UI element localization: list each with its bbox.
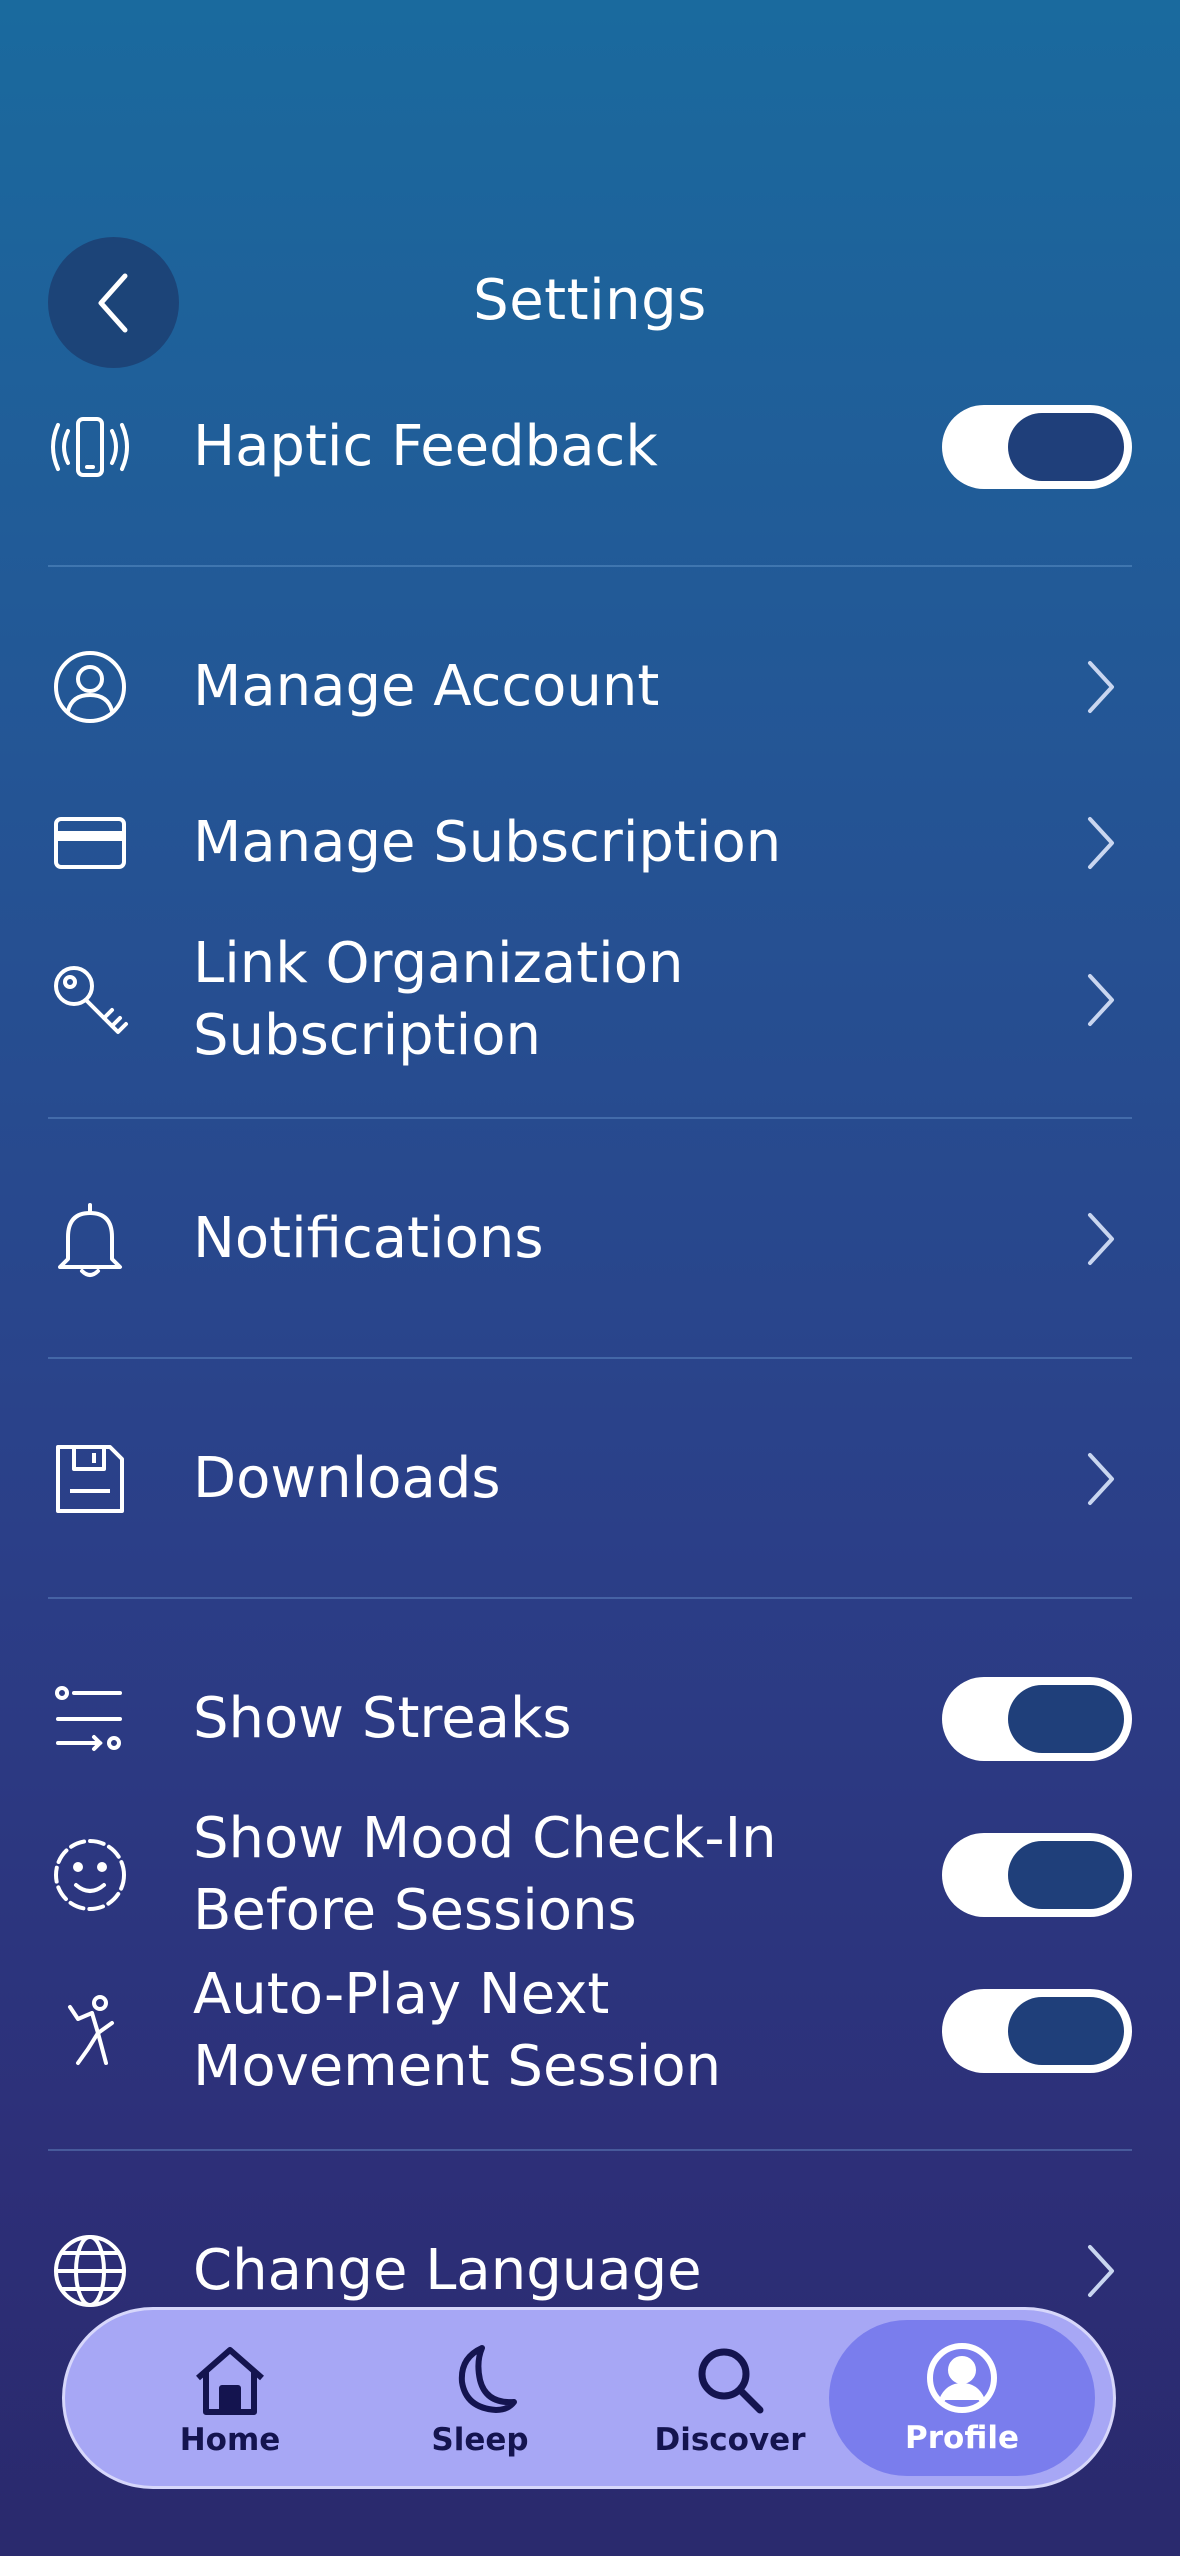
setting-link-organization[interactable]: Link Organization Subscription: [0, 928, 1180, 1072]
chevron-right-icon: [1088, 974, 1114, 1026]
toggle-knob: [1008, 1685, 1124, 1753]
page-title: Settings: [473, 268, 707, 333]
setting-notifications[interactable]: Notifications: [0, 1197, 1180, 1281]
tab-label: Home: [179, 2422, 281, 2458]
setting-label-line2: Subscription: [193, 1003, 541, 1068]
tab-profile[interactable]: Profile: [829, 2320, 1095, 2476]
setting-manage-subscription[interactable]: Manage Subscription: [0, 801, 1180, 885]
setting-label: Haptic Feedback: [193, 414, 658, 479]
setting-label: Manage Account: [193, 654, 660, 719]
credit-card-icon: [48, 801, 132, 885]
setting-change-language[interactable]: Change Language: [0, 2229, 1180, 2313]
search-icon: [698, 2348, 764, 2414]
divider: [48, 1597, 1132, 1599]
setting-label-line1: Link Organization: [193, 931, 684, 996]
globe-icon: [48, 2229, 132, 2313]
mood-checkin-toggle[interactable]: [942, 1833, 1132, 1917]
setting-label: Manage Subscription: [193, 810, 782, 875]
profile-icon: [927, 2343, 997, 2413]
smiley-icon: [48, 1833, 132, 1917]
setting-downloads[interactable]: Downloads: [0, 1437, 1180, 1521]
tab-label: Profile: [905, 2420, 1019, 2456]
tab-label: Sleep: [431, 2422, 529, 2458]
toggle-knob: [1008, 1997, 1124, 2065]
home-icon: [196, 2347, 264, 2415]
chevron-right-icon: [1088, 817, 1114, 869]
divider: [48, 565, 1132, 567]
divider: [48, 2149, 1132, 2151]
setting-label: Notifications: [193, 1206, 544, 1271]
tab-bar: Home Sleep Discover Profile: [62, 2307, 1116, 2489]
setting-show-streaks: Show Streaks: [0, 1677, 1180, 1761]
header: Settings: [0, 0, 1180, 370]
tab-sleep[interactable]: Sleep: [355, 2310, 605, 2486]
show-streaks-toggle[interactable]: [942, 1677, 1132, 1761]
setting-label-line2: Before Sessions: [193, 1878, 637, 1943]
moon-icon: [458, 2345, 517, 2413]
setting-label-line1: Show Mood Check-In: [193, 1806, 777, 1871]
tab-home[interactable]: Home: [105, 2310, 355, 2486]
setting-label: Change Language: [193, 2238, 702, 2303]
chevron-right-icon: [1088, 2245, 1114, 2297]
setting-haptic-feedback: Haptic Feedback: [0, 405, 1180, 489]
chevron-right-icon: [1088, 1213, 1114, 1265]
key-icon: [48, 958, 132, 1042]
tab-discover[interactable]: Discover: [605, 2310, 855, 2486]
chevron-right-icon: [1088, 661, 1114, 713]
haptic-feedback-toggle[interactable]: [942, 405, 1132, 489]
setting-label: Show Streaks: [193, 1686, 572, 1751]
toggle-knob: [1008, 413, 1124, 481]
setting-autoplay: Auto-Play Next Movement Session: [0, 1959, 1180, 2103]
setting-label-line2: Movement Session: [193, 2034, 722, 2099]
vibrate-icon: [48, 405, 132, 489]
bell-icon: [48, 1197, 132, 1281]
divider: [48, 1357, 1132, 1359]
chevron-right-icon: [1088, 1453, 1114, 1505]
floppy-icon: [48, 1437, 132, 1521]
setting-label-line1: Auto-Play Next: [193, 1962, 610, 2027]
setting-label: Downloads: [193, 1446, 501, 1511]
toggle-knob: [1008, 1841, 1124, 1909]
setting-mood-checkin: Show Mood Check-In Before Sessions: [0, 1803, 1180, 1947]
autoplay-toggle[interactable]: [942, 1989, 1132, 2073]
sliders-icon: [48, 1677, 132, 1761]
divider: [48, 1117, 1132, 1119]
user-circle-icon: [48, 645, 132, 729]
movement-icon: [48, 1989, 132, 2073]
tab-label: Discover: [654, 2422, 806, 2458]
setting-manage-account[interactable]: Manage Account: [0, 645, 1180, 729]
